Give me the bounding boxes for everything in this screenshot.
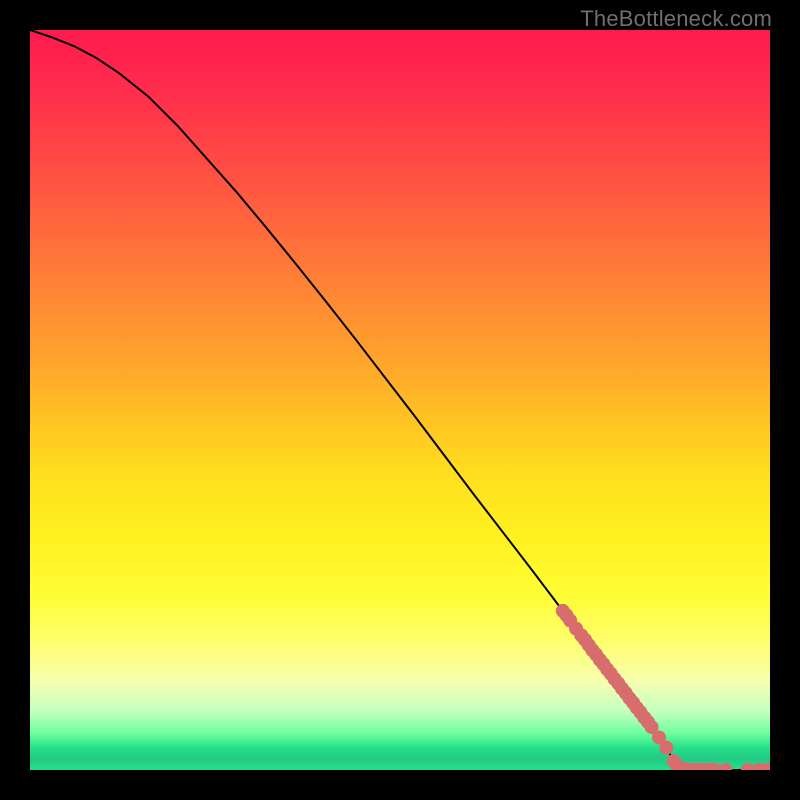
data-point xyxy=(660,741,673,754)
watermark-text: TheBottleneck.com xyxy=(580,6,772,32)
data-point xyxy=(719,764,732,771)
scatter-group xyxy=(556,604,770,770)
chart-svg xyxy=(30,30,770,770)
chart-stage: TheBottleneck.com xyxy=(0,0,800,800)
curve-path xyxy=(30,30,770,770)
